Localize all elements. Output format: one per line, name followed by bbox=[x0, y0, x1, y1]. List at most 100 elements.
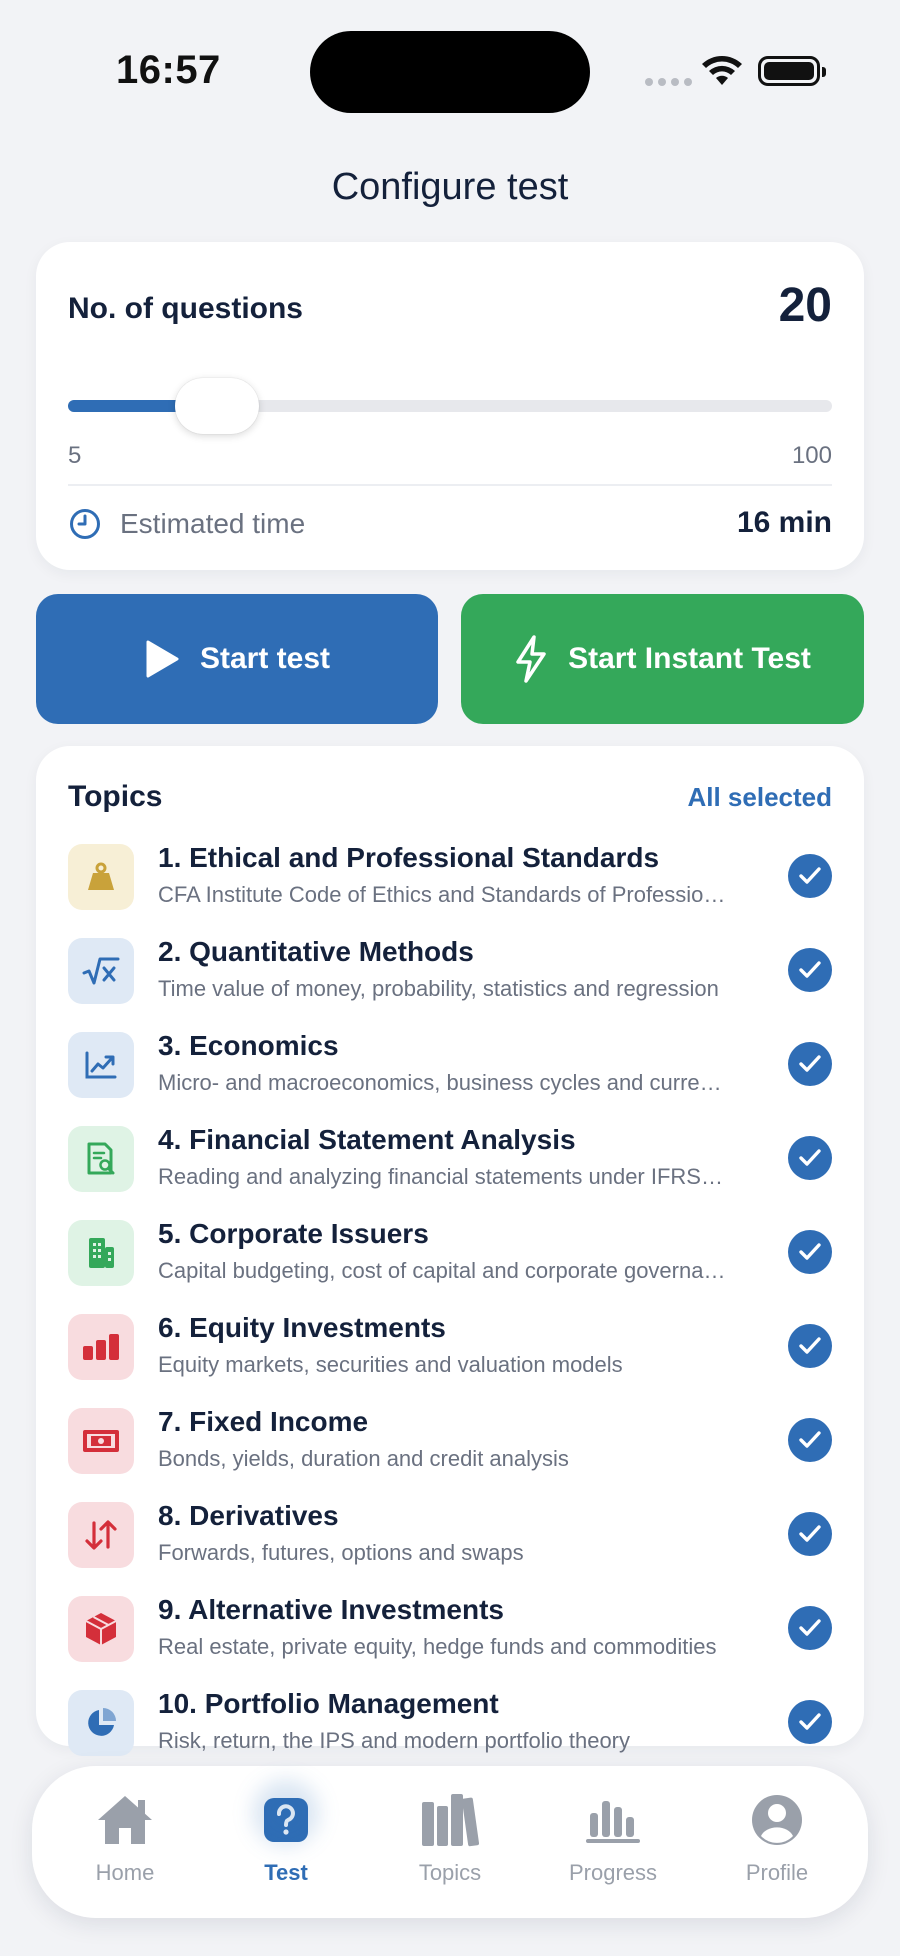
topic-description: Equity markets, securities and valuation… bbox=[158, 1352, 623, 1377]
question-count-card: No. of questions 20 5 100 Estimated time… bbox=[36, 242, 864, 570]
topic-name: 8. Derivatives bbox=[158, 1500, 339, 1531]
topic-row[interactable]: 4. Financial Statement Analysis Reading … bbox=[68, 1122, 832, 1202]
tab-test[interactable]: Test bbox=[221, 1780, 351, 1900]
question-count-slider[interactable] bbox=[68, 378, 832, 434]
status-time: 16:57 bbox=[116, 48, 221, 92]
tab-home-label: Home bbox=[95, 1860, 155, 1885]
pie-chart-icon bbox=[68, 1690, 134, 1756]
topic-name: 4. Financial Statement Analysis bbox=[158, 1124, 576, 1155]
tab-progress[interactable]: Progress bbox=[548, 1790, 678, 1900]
weight-icon bbox=[68, 844, 134, 910]
slider-min-label: 5 bbox=[68, 442, 82, 469]
topic-name: 7. Fixed Income bbox=[158, 1406, 369, 1437]
topic-description: Real estate, private equity, hedge funds… bbox=[158, 1634, 717, 1659]
topic-checkbox[interactable] bbox=[788, 948, 832, 992]
topic-description: Capital budgeting, cost of capital and c… bbox=[158, 1258, 728, 1283]
topic-name: 10. Portfolio Management bbox=[158, 1688, 499, 1719]
topic-row[interactable]: 2. Quantitative Methods Time value of mo… bbox=[68, 934, 832, 1014]
lightning-icon bbox=[516, 635, 546, 683]
topic-name: 5. Corporate Issuers bbox=[158, 1218, 429, 1249]
tab-profile[interactable]: Profile bbox=[712, 1790, 842, 1900]
topic-checkbox[interactable] bbox=[788, 1042, 832, 1086]
topic-description: Reading and analyzing financial statemen… bbox=[158, 1164, 728, 1189]
question-count-label: No. of questions bbox=[68, 292, 303, 325]
topic-checkbox[interactable] bbox=[788, 854, 832, 898]
start-test-button[interactable]: Start test bbox=[36, 594, 438, 724]
sqrt-icon bbox=[68, 938, 134, 1004]
all-selected-toggle[interactable]: All selected bbox=[687, 782, 832, 813]
topic-row[interactable]: 6. Equity Investments Equity markets, se… bbox=[68, 1310, 832, 1390]
start-test-label: Start test bbox=[199, 642, 331, 675]
topic-row[interactable]: 9. Alternative Investments Real estate, … bbox=[68, 1592, 832, 1672]
topic-checkbox[interactable] bbox=[788, 1230, 832, 1274]
clock-icon bbox=[70, 509, 100, 539]
books-icon bbox=[422, 1794, 480, 1847]
arrows-updown-icon bbox=[68, 1502, 134, 1568]
wifi-icon bbox=[702, 56, 742, 85]
topic-name: 3. Economics bbox=[158, 1030, 339, 1061]
tab-bar: Home Test Topics Progress Profile bbox=[32, 1766, 868, 1918]
topic-description: Micro- and macroeconomics, business cycl… bbox=[158, 1070, 728, 1095]
tab-progress-label: Progress bbox=[568, 1860, 658, 1885]
topic-checkbox[interactable] bbox=[788, 1606, 832, 1650]
building-icon bbox=[68, 1220, 134, 1286]
topic-name: 6. Equity Investments bbox=[158, 1312, 446, 1343]
tab-topics-label: Topics bbox=[418, 1860, 482, 1885]
check-icon bbox=[799, 1243, 821, 1260]
topic-row[interactable]: 10. Portfolio Management Risk, return, t… bbox=[68, 1686, 832, 1766]
play-icon bbox=[146, 640, 179, 678]
topics-card: Topics All selected 1. Ethical and Profe… bbox=[36, 746, 864, 1756]
topic-checkbox[interactable] bbox=[788, 1512, 832, 1556]
page-title: Configure test bbox=[331, 166, 569, 208]
topic-row[interactable]: 3. Economics Micro- and macroeconomics, … bbox=[68, 1028, 832, 1108]
topic-description: Forwards, futures, options and swaps bbox=[158, 1540, 524, 1565]
topic-name: 2. Quantitative Methods bbox=[158, 936, 474, 967]
start-instant-test-label: Start Instant Test bbox=[568, 642, 811, 675]
check-icon bbox=[799, 1713, 821, 1730]
topics-title: Topics bbox=[68, 780, 163, 813]
estimated-time-value: 16 min bbox=[736, 506, 832, 539]
banknote-icon bbox=[68, 1408, 134, 1474]
status-bar: 16:57 bbox=[0, 0, 900, 150]
tab-home[interactable]: Home bbox=[60, 1790, 190, 1900]
signal-dots-icon bbox=[645, 78, 692, 86]
slider-max-label: 100 bbox=[791, 442, 832, 469]
topic-row[interactable]: 1. Ethical and Professional Standards CF… bbox=[68, 840, 832, 920]
topic-name: 9. Alternative Investments bbox=[158, 1594, 504, 1625]
dynamic-island bbox=[310, 31, 590, 113]
topic-checkbox[interactable] bbox=[788, 1418, 832, 1462]
check-icon bbox=[799, 1337, 821, 1354]
check-icon bbox=[799, 1525, 821, 1542]
tab-profile-label: Profile bbox=[745, 1860, 809, 1885]
house-icon bbox=[98, 1796, 152, 1844]
topic-row[interactable]: 8. Derivatives Forwards, futures, option… bbox=[68, 1498, 832, 1578]
tab-test-label: Test bbox=[264, 1860, 308, 1885]
topic-checkbox[interactable] bbox=[788, 1700, 832, 1744]
check-icon bbox=[799, 867, 821, 884]
check-icon bbox=[799, 961, 821, 978]
estimated-time-label: Estimated time bbox=[120, 508, 306, 539]
check-icon bbox=[799, 1619, 821, 1636]
cube-icon bbox=[68, 1596, 134, 1662]
question-count-value: 20 bbox=[778, 279, 832, 332]
document-search-icon bbox=[68, 1126, 134, 1192]
topic-description: Bonds, yields, duration and credit analy… bbox=[158, 1446, 569, 1471]
start-instant-test-button[interactable]: Start Instant Test bbox=[461, 594, 864, 724]
tab-topics[interactable]: Topics bbox=[385, 1790, 515, 1900]
topic-checkbox[interactable] bbox=[788, 1324, 832, 1368]
check-icon bbox=[799, 1149, 821, 1166]
topic-checkbox[interactable] bbox=[788, 1136, 832, 1180]
topic-name: 1. Ethical and Professional Standards bbox=[158, 842, 660, 873]
bar-chart-icon bbox=[68, 1314, 134, 1380]
person-icon bbox=[752, 1795, 802, 1845]
topic-description: Time value of money, probability, statis… bbox=[158, 976, 719, 1001]
check-icon bbox=[799, 1055, 821, 1072]
bars-icon bbox=[586, 1801, 640, 1843]
topic-description: Risk, return, the IPS and modern portfol… bbox=[158, 1728, 631, 1753]
slider-thumb[interactable] bbox=[175, 378, 260, 434]
chart-line-icon bbox=[68, 1032, 134, 1098]
topic-row[interactable]: 5. Corporate Issuers Capital budgeting, … bbox=[68, 1216, 832, 1296]
topic-row[interactable]: 7. Fixed Income Bonds, yields, duration … bbox=[68, 1404, 832, 1484]
divider bbox=[68, 484, 832, 486]
battery-icon bbox=[758, 56, 826, 86]
